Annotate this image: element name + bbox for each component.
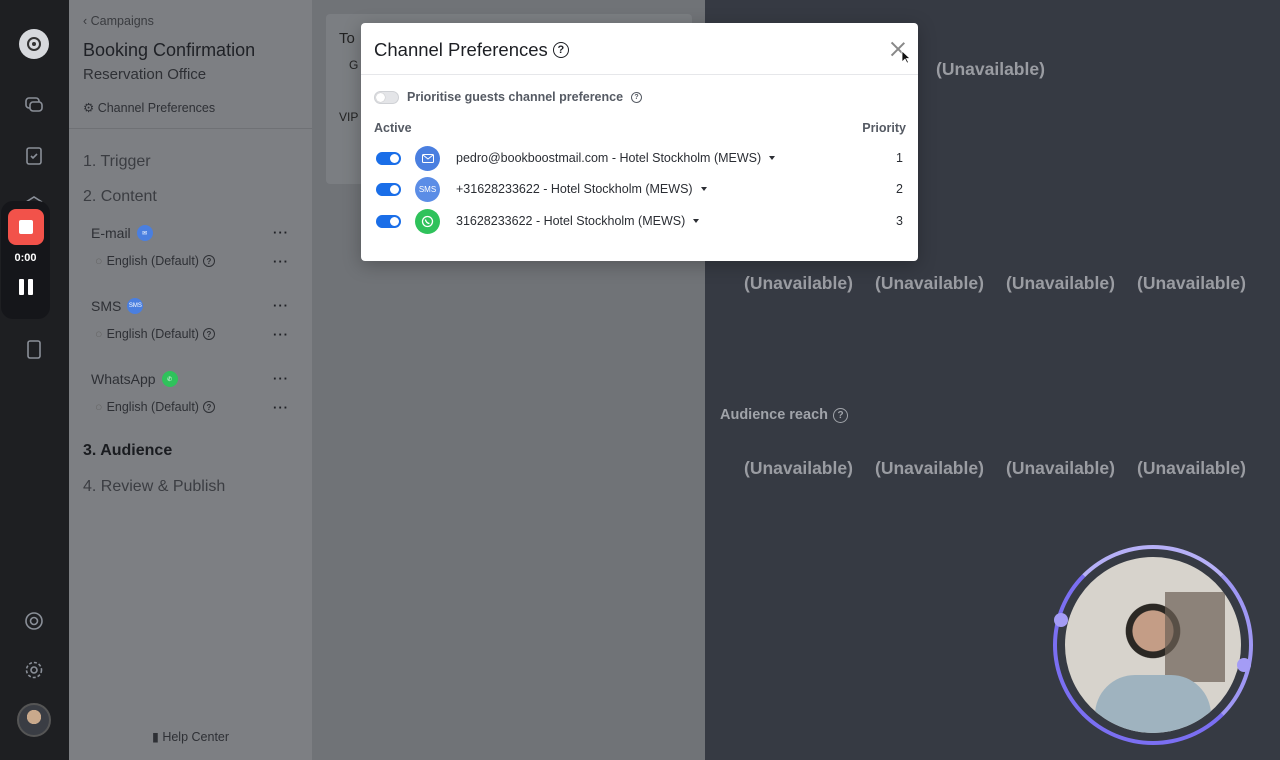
screen-recorder: 0:00 <box>1 201 50 319</box>
stat-unavailable: (Unavailable) <box>744 458 853 478</box>
first-line-text: G <box>349 58 359 72</box>
channel-active-toggle[interactable] <box>376 214 401 228</box>
caret-down-icon <box>700 187 707 191</box>
help-icon[interactable]: ? <box>833 407 848 423</box>
priority-value: 1 <box>896 151 903 165</box>
channel-whatsapp[interactable]: WhatsApp ✆ <box>91 371 178 387</box>
channel-row: 31628233622 - Hotel Stockholm (MEWS) 3 <box>376 208 906 234</box>
help-icon: ? <box>202 328 215 340</box>
active-column-header: Active <box>374 121 412 135</box>
email-icon: ✉ <box>136 225 153 241</box>
icon-rail <box>0 0 69 760</box>
campaign-title: Booking Confirmation <box>83 40 256 60</box>
help-icon[interactable]: ? <box>552 42 569 58</box>
to-label: To <box>339 30 355 47</box>
app-logo-icon[interactable] <box>19 29 49 59</box>
priority-column-header: Priority <box>862 121 906 135</box>
modal-title: Channel Preferences ? <box>374 39 569 61</box>
help-icon[interactable]: ? <box>631 91 643 103</box>
pause-icon[interactable] <box>19 279 33 295</box>
email-language[interactable]: ○ English (Default) ? <box>95 254 215 268</box>
step-review-publish[interactable]: 4. Review & Publish <box>83 478 225 496</box>
stat-unavailable: (Unavailable) <box>875 458 984 478</box>
back-to-campaigns-link[interactable]: ‹ Campaigns <box>83 14 154 28</box>
step-content[interactable]: 2. Content <box>83 188 157 206</box>
tasks-icon[interactable] <box>19 140 49 170</box>
stat-unavailable: (Unavailable) <box>875 273 984 293</box>
user-avatar[interactable] <box>17 703 51 737</box>
whatsapp-menu-button[interactable]: ··· <box>273 371 289 386</box>
stop-recording-button[interactable] <box>8 209 44 245</box>
book-icon: ▮ <box>151 730 159 744</box>
help-center-link[interactable]: ▮ Help Center <box>69 729 312 744</box>
whatsapp-language[interactable]: ○ English (Default) ? <box>95 400 215 414</box>
channel-select-dropdown[interactable]: +31628233622 - Hotel Stockholm (MEWS) <box>456 182 707 196</box>
channel-sms[interactable]: SMS SMS <box>91 298 144 314</box>
sms-language-menu-button[interactable]: ··· <box>273 327 289 342</box>
whatsapp-language-menu-button[interactable]: ··· <box>273 400 289 415</box>
channel-active-toggle[interactable] <box>376 182 401 196</box>
channel-row: pedro@bookboostmail.com - Hotel Stockhol… <box>376 145 906 171</box>
resize-handle[interactable] <box>1054 613 1068 627</box>
stat-unavailable: (Unavailable) <box>1137 458 1246 478</box>
caret-down-icon <box>693 219 700 223</box>
background-shelf <box>1165 592 1225 682</box>
channel-active-toggle[interactable] <box>376 151 401 165</box>
email-icon <box>415 145 440 171</box>
stat-unavailable: (Unavailable) <box>744 273 853 293</box>
help-icon: ? <box>202 255 215 267</box>
campaign-subtitle: Reservation Office <box>83 66 207 83</box>
sms-icon: SMS <box>127 298 144 314</box>
stat-unavailable: (Unavailable) <box>936 59 1045 79</box>
channel-email[interactable]: E-mail ✉ <box>91 225 153 241</box>
sms-icon: SMS <box>415 176 440 202</box>
divider <box>69 128 312 129</box>
step-audience[interactable]: 3. Audience <box>83 442 172 460</box>
recording-time: 0:00 <box>14 252 37 264</box>
prioritise-guest-preference-row: Prioritise guests channel preference ? <box>374 90 643 104</box>
campaign-sidebar: ‹ Campaigns Booking Confirmation Reserva… <box>69 0 312 760</box>
step-trigger[interactable]: 1. Trigger <box>83 153 151 171</box>
settings-gear-icon[interactable] <box>19 655 49 685</box>
channel-row: SMS +31628233622 - Hotel Stockholm (MEWS… <box>376 176 906 202</box>
priority-value: 3 <box>896 214 903 228</box>
prioritise-guest-preference-toggle[interactable] <box>374 90 399 104</box>
gear-icon: ⚙ <box>83 101 95 115</box>
email-language-menu-button[interactable]: ··· <box>273 254 289 269</box>
stat-unavailable: (Unavailable) <box>1006 458 1115 478</box>
stat-unavailable: (Unavailable) <box>1137 273 1246 293</box>
channel-preferences-modal: Channel Preferences ? Prioritise guests … <box>361 23 918 261</box>
modal-header: Channel Preferences ? <box>361 23 918 75</box>
sms-language[interactable]: ○ English (Default) ? <box>95 327 215 341</box>
person-shirt <box>1095 675 1211 733</box>
chat-icon[interactable] <box>19 90 49 120</box>
audience-reach-heading: Audience reach ? <box>720 407 848 423</box>
chevron-left-icon: ‹ <box>83 14 88 28</box>
resize-handle[interactable] <box>1237 658 1251 672</box>
whatsapp-icon <box>415 208 440 234</box>
clipboard-icon[interactable] <box>19 334 49 364</box>
channel-preferences-link[interactable]: ⚙ Channel Preferences <box>83 100 215 115</box>
help-icon: ? <box>202 401 215 413</box>
priority-value: 2 <box>896 182 903 196</box>
support-icon[interactable] <box>19 606 49 636</box>
vip-label: VIP <box>339 110 359 124</box>
stat-unavailable: (Unavailable) <box>1006 273 1115 293</box>
sms-menu-button[interactable]: ··· <box>273 298 289 313</box>
channel-select-dropdown[interactable]: 31628233622 - Hotel Stockholm (MEWS) <box>456 214 700 228</box>
mouse-cursor-icon <box>901 50 911 64</box>
caret-down-icon <box>769 156 776 160</box>
email-menu-button[interactable]: ··· <box>273 225 289 240</box>
webcam-video[interactable] <box>1065 557 1241 733</box>
whatsapp-icon: ✆ <box>161 371 178 387</box>
channel-select-dropdown[interactable]: pedro@bookboostmail.com - Hotel Stockhol… <box>456 151 776 165</box>
